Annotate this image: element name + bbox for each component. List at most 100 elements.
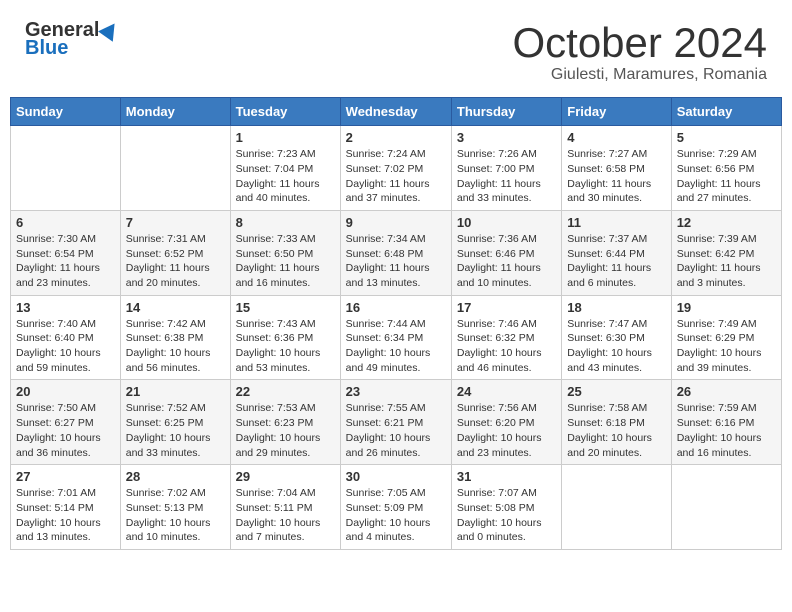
calendar-cell: 31Sunrise: 7:07 AM Sunset: 5:08 PM Dayli… [451,465,561,550]
calendar-week-row: 13 Sunrise: 7:40 AM Sunset: 6:40 PM Dayli… [11,295,782,380]
day-number: 21 [126,384,225,399]
day-info: Sunrise: 7:39 AM Sunset: 6:42 PM Dayligh… [677,232,776,291]
day-number: 20 [16,384,115,399]
day-info: Sunrise: 7:23 AM Sunset: 7:04 PM Dayligh… [236,147,335,206]
day-info: Sunrise: 7:04 AM Sunset: 5:11 PM Dayligh… [236,486,335,545]
calendar-cell: 4 Sunrise: 7:27 AM Sunset: 6:58 PM Daylig… [562,126,671,211]
location-title: Giulesti, Maramures, Romania [512,66,767,84]
calendar-cell: 12 Sunrise: 7:39 AM Sunset: 6:42 PM Dayli… [671,210,781,295]
day-number: 27 [16,469,115,484]
day-number: 1 [236,130,335,145]
day-of-week-header: Friday [562,98,671,126]
day-info: Sunrise: 7:58 AM Sunset: 6:18 PM Dayligh… [567,401,665,460]
calendar-cell [562,465,671,550]
calendar-cell: 25 Sunrise: 7:58 AM Sunset: 6:18 PM Dayli… [562,380,671,465]
calendar-week-row: 1 Sunrise: 7:23 AM Sunset: 7:04 PM Daylig… [11,126,782,211]
calendar-cell: 13 Sunrise: 7:40 AM Sunset: 6:40 PM Dayli… [11,295,121,380]
calendar-cell: 16 Sunrise: 7:44 AM Sunset: 6:34 PM Dayli… [340,295,451,380]
calendar-week-row: 27 Sunrise: 7:01 AM Sunset: 5:14 PM Dayli… [11,465,782,550]
calendar-cell: 22Sunrise: 7:53 AM Sunset: 6:23 PM Dayli… [230,380,340,465]
day-info: Sunrise: 7:47 AM Sunset: 6:30 PM Dayligh… [567,317,665,376]
day-number: 11 [567,215,665,230]
day-of-week-header: Monday [120,98,230,126]
day-info: Sunrise: 7:52 AM Sunset: 6:25 PM Dayligh… [126,401,225,460]
day-info: Sunrise: 7:46 AM Sunset: 6:32 PM Dayligh… [457,317,556,376]
day-of-week-header: Thursday [451,98,561,126]
day-number: 23 [346,384,446,399]
day-number: 9 [346,215,446,230]
day-number: 5 [677,130,776,145]
day-info: Sunrise: 7:49 AM Sunset: 6:29 PM Dayligh… [677,317,776,376]
day-info: Sunrise: 7:56 AM Sunset: 6:20 PM Dayligh… [457,401,556,460]
day-number: 28 [126,469,225,484]
logo-blue-text: Blue [25,38,119,58]
day-of-week-header: Wednesday [340,98,451,126]
calendar-cell [11,126,121,211]
day-number: 12 [677,215,776,230]
day-number: 19 [677,300,776,315]
calendar-header-row: SundayMondayTuesdayWednesdayThursdayFrid… [11,98,782,126]
day-info: Sunrise: 7:33 AM Sunset: 6:50 PM Dayligh… [236,232,335,291]
calendar-cell: 20 Sunrise: 7:50 AM Sunset: 6:27 PM Dayli… [11,380,121,465]
day-info: Sunrise: 7:40 AM Sunset: 6:40 PM Dayligh… [16,317,115,376]
calendar-cell: 23 Sunrise: 7:55 AM Sunset: 6:21 PM Dayli… [340,380,451,465]
day-number: 3 [457,130,556,145]
day-number: 16 [346,300,446,315]
day-info: Sunrise: 7:53 AM Sunset: 6:23 PM Dayligh… [236,401,335,460]
day-number: 14 [126,300,225,315]
day-number: 31 [457,469,556,484]
calendar-cell: 6Sunrise: 7:30 AM Sunset: 6:54 PM Daylig… [11,210,121,295]
day-number: 26 [677,384,776,399]
day-info: Sunrise: 7:24 AM Sunset: 7:02 PM Dayligh… [346,147,446,206]
day-number: 29 [236,469,335,484]
calendar-cell: 24 Sunrise: 7:56 AM Sunset: 6:20 PM Dayli… [451,380,561,465]
calendar-cell: 17 Sunrise: 7:46 AM Sunset: 6:32 PM Dayli… [451,295,561,380]
calendar-cell [671,465,781,550]
day-number: 8 [236,215,335,230]
day-number: 2 [346,130,446,145]
day-info: Sunrise: 7:02 AM Sunset: 5:13 PM Dayligh… [126,486,225,545]
day-number: 18 [567,300,665,315]
page-header: General Blue October 2024 Giulesti, Mara… [10,10,782,89]
calendar-cell: 19 Sunrise: 7:49 AM Sunset: 6:29 PM Dayli… [671,295,781,380]
logo: General Blue [25,20,119,58]
day-info: Sunrise: 7:42 AM Sunset: 6:38 PM Dayligh… [126,317,225,376]
day-number: 15 [236,300,335,315]
day-number: 17 [457,300,556,315]
day-info: Sunrise: 7:44 AM Sunset: 6:34 PM Dayligh… [346,317,446,376]
day-info: Sunrise: 7:31 AM Sunset: 6:52 PM Dayligh… [126,232,225,291]
day-info: Sunrise: 7:43 AM Sunset: 6:36 PM Dayligh… [236,317,335,376]
calendar-cell: 21 Sunrise: 7:52 AM Sunset: 6:25 PM Dayli… [120,380,230,465]
day-info: Sunrise: 7:59 AM Sunset: 6:16 PM Dayligh… [677,401,776,460]
calendar-cell [120,126,230,211]
day-number: 4 [567,130,665,145]
day-info: Sunrise: 7:01 AM Sunset: 5:14 PM Dayligh… [16,486,115,545]
calendar-week-row: 6Sunrise: 7:30 AM Sunset: 6:54 PM Daylig… [11,210,782,295]
day-number: 7 [126,215,225,230]
day-info: Sunrise: 7:34 AM Sunset: 6:48 PM Dayligh… [346,232,446,291]
calendar-cell: 30Sunrise: 7:05 AM Sunset: 5:09 PM Dayli… [340,465,451,550]
calendar-cell: 10Sunrise: 7:36 AM Sunset: 6:46 PM Dayli… [451,210,561,295]
calendar-cell: 29 Sunrise: 7:04 AM Sunset: 5:11 PM Dayli… [230,465,340,550]
calendar-cell: 28 Sunrise: 7:02 AM Sunset: 5:13 PM Dayli… [120,465,230,550]
calendar-cell: 8 Sunrise: 7:33 AM Sunset: 6:50 PM Daylig… [230,210,340,295]
day-number: 25 [567,384,665,399]
day-info: Sunrise: 7:50 AM Sunset: 6:27 PM Dayligh… [16,401,115,460]
day-info: Sunrise: 7:55 AM Sunset: 6:21 PM Dayligh… [346,401,446,460]
calendar-cell: 26 Sunrise: 7:59 AM Sunset: 6:16 PM Dayli… [671,380,781,465]
calendar-cell: 14 Sunrise: 7:42 AM Sunset: 6:38 PM Dayli… [120,295,230,380]
day-number: 24 [457,384,556,399]
day-info: Sunrise: 7:27 AM Sunset: 6:58 PM Dayligh… [567,147,665,206]
day-number: 30 [346,469,446,484]
day-number: 6 [16,215,115,230]
day-number: 13 [16,300,115,315]
month-title: October 2024 [512,20,767,66]
calendar-week-row: 20 Sunrise: 7:50 AM Sunset: 6:27 PM Dayli… [11,380,782,465]
day-info: Sunrise: 7:37 AM Sunset: 6:44 PM Dayligh… [567,232,665,291]
day-info: Sunrise: 7:26 AM Sunset: 7:00 PM Dayligh… [457,147,556,206]
day-of-week-header: Sunday [11,98,121,126]
calendar-title-section: October 2024 Giulesti, Maramures, Romani… [512,20,767,84]
calendar-cell: 9 Sunrise: 7:34 AM Sunset: 6:48 PM Daylig… [340,210,451,295]
calendar-cell: 27 Sunrise: 7:01 AM Sunset: 5:14 PM Dayli… [11,465,121,550]
day-info: Sunrise: 7:29 AM Sunset: 6:56 PM Dayligh… [677,147,776,206]
